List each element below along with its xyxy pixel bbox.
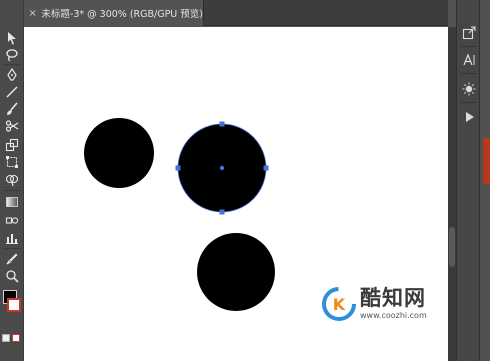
watermark-name: 酷知网 [360,286,426,310]
tools-panel [0,0,24,361]
selection-tool-icon[interactable] [2,30,22,46]
document-tab[interactable]: × 未标题-3* @ 300% (RGB/GPU 预览) [24,0,204,26]
panel-thumbnail [483,138,490,184]
blend-tool-icon[interactable] [2,212,22,228]
circle-shape[interactable] [197,233,275,311]
fill-mode-icon[interactable] [2,334,10,342]
dock-divider [460,46,478,47]
coozhi-logo-icon: K [322,287,356,321]
paintbrush-tool-icon[interactable] [2,101,22,117]
svg-text:K: K [333,295,346,314]
close-icon[interactable]: × [24,8,41,19]
watermark: K 酷知网 www.coozhi.com [322,278,460,330]
actions-panel-icon[interactable] [460,108,478,126]
document-tab-title: 未标题-3* @ 300% (RGB/GPU 预览) [41,9,203,20]
line-tool-icon[interactable] [2,84,22,100]
anchor-point-bottom[interactable] [219,209,225,215]
character-panel-icon[interactable] [460,51,478,69]
watermark-url: www.coozhi.com [360,311,427,320]
shape-builder-tool-icon[interactable] [2,172,22,188]
document-tab-bar: × 未标题-3* @ 300% (RGB/GPU 预览) [24,0,448,26]
anchor-point-left[interactable] [175,165,181,171]
center-point [219,165,225,171]
scissors-tool-icon[interactable] [2,118,22,134]
stroke-swatch[interactable] [7,298,21,312]
free-transform-tool-icon[interactable] [2,154,22,170]
selected-circle-group[interactable] [175,121,269,215]
gradient-tool-icon[interactable] [2,194,22,210]
illustrator-window: × 未标题-3* @ 300% (RGB/GPU 预览) K 酷知网 www.c… [0,0,490,361]
anchor-point-right[interactable] [263,165,269,171]
appearance-panel-icon[interactable] [460,80,478,98]
dock-divider [460,102,478,103]
none-mode-icon[interactable] [12,334,20,342]
export-panel-icon[interactable] [460,24,478,42]
tools-divider [3,248,21,249]
tools-divider [3,64,21,65]
eyedropper-tool-icon[interactable] [2,251,22,267]
tools-divider [3,190,21,191]
circle-shape[interactable] [84,118,154,188]
scrollbar-thumb[interactable] [449,227,455,267]
scale-tool-icon[interactable] [2,137,22,153]
lasso-tool-icon[interactable] [2,47,22,63]
pen-tool-icon[interactable] [2,67,22,83]
dock-divider [460,73,478,74]
anchor-point-top[interactable] [219,121,225,127]
column-graph-tool-icon[interactable] [2,230,22,246]
zoom-tool-icon[interactable] [2,268,22,284]
